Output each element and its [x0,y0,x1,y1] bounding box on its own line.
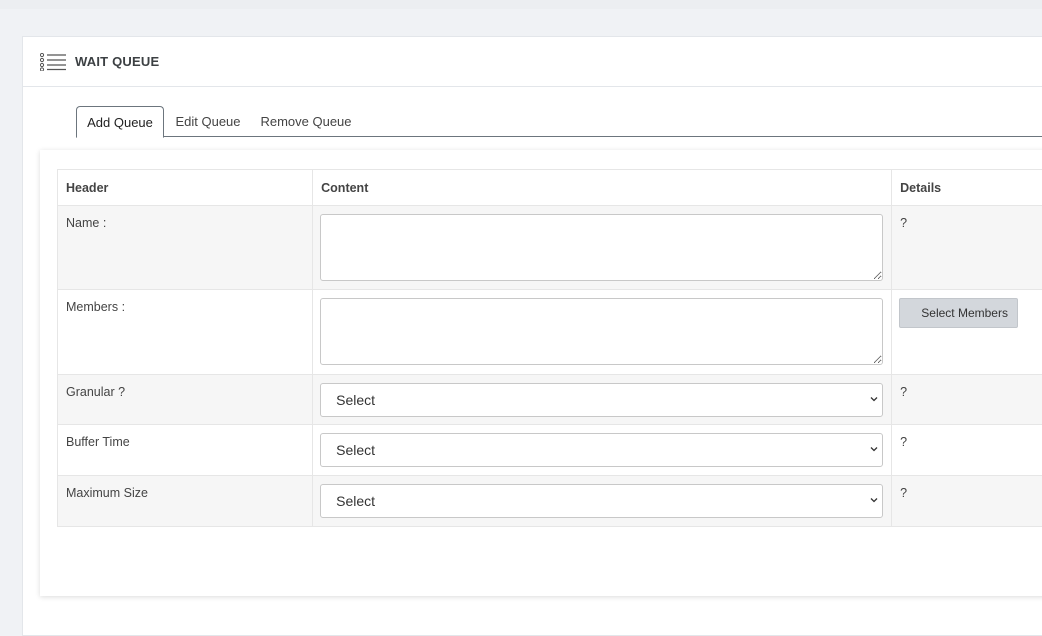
queue-tabs: Add Queue Edit Queue Remove Queue [76,106,1042,137]
table-row-granular: Granular ? Select ? [58,375,1042,425]
granular-select[interactable]: Select [320,383,883,417]
queue-form-table: Header Content Details Name : ? Members … [57,169,1042,527]
table-header-row: Header Content Details [58,170,1042,206]
table-row-maximum-size: Maximum Size Select ? [58,476,1042,527]
members-field[interactable] [320,298,883,365]
page-title: WAIT QUEUE [75,54,159,69]
list-icon [40,53,66,71]
form-panel: Header Content Details Name : ? Members … [40,150,1042,596]
table-row-name: Name : ? [58,206,1042,290]
table-row-buffer-time: Buffer Time Select ? [58,425,1042,476]
row-label-members: Members : [58,290,313,375]
help-icon-maximum-size[interactable]: ? [892,476,1042,527]
top-bar [0,0,1042,9]
tab-add-queue[interactable]: Add Queue [76,106,164,138]
help-icon-buffer-time[interactable]: ? [892,425,1042,476]
column-header-header: Header [58,170,313,206]
table-row-members: Members : Select Members [58,290,1042,375]
buffer-time-select[interactable]: Select [320,433,883,467]
select-members-button[interactable]: Select Members [899,298,1018,328]
tab-remove-queue[interactable]: Remove Queue [252,106,360,137]
help-icon-name[interactable]: ? [892,206,1042,290]
tab-edit-queue[interactable]: Edit Queue [164,106,252,137]
row-label-maximum-size: Maximum Size [58,476,313,527]
row-label-buffer-time: Buffer Time [58,425,313,476]
maximum-size-select[interactable]: Select [320,484,883,518]
row-label-name: Name : [58,206,313,290]
column-header-details: Details [892,170,1042,206]
name-field[interactable] [320,214,883,281]
column-header-content: Content [313,170,892,206]
row-label-granular: Granular ? [58,375,313,425]
card-header: WAIT QUEUE [23,37,1042,87]
help-icon-granular[interactable]: ? [892,375,1042,425]
